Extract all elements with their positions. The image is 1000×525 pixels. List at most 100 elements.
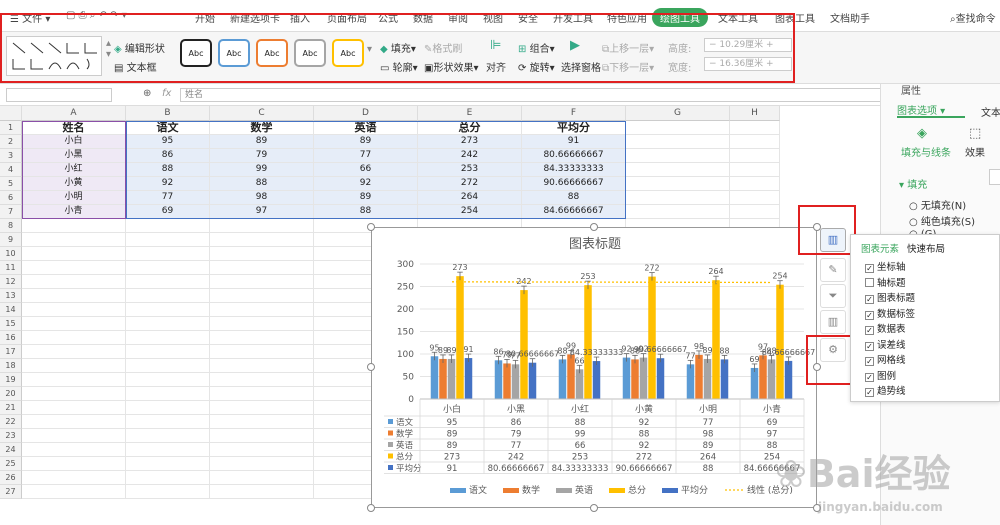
style-preset-3[interactable]: Abc	[256, 39, 288, 67]
bar[interactable]	[784, 360, 793, 399]
bar[interactable]	[439, 358, 447, 399]
data-cell[interactable]: 253	[418, 163, 522, 177]
row-header[interactable]: 2	[0, 135, 22, 149]
data-cell[interactable]: 90.66666667	[522, 177, 626, 191]
bar[interactable]	[447, 358, 456, 399]
row-header[interactable]: 5	[0, 177, 22, 191]
resize-handle[interactable]	[367, 223, 375, 231]
tab-chart-elements[interactable]: 图表元素	[861, 241, 899, 255]
header-cell[interactable]: 英语	[314, 121, 418, 135]
chart-elements-button[interactable]: ▥	[820, 228, 846, 252]
checkbox-icon[interactable]: ✓	[865, 341, 874, 351]
cell[interactable]	[210, 303, 314, 317]
resize-handle[interactable]	[813, 363, 821, 371]
header-cell[interactable]: 总分	[418, 121, 522, 135]
legend-label[interactable]: 英语	[575, 484, 593, 496]
row-header[interactable]: 23	[0, 429, 22, 443]
cell[interactable]	[126, 303, 210, 317]
cell[interactable]	[22, 457, 126, 471]
style-preset-2[interactable]: Abc	[218, 39, 250, 67]
cell[interactable]	[210, 457, 314, 471]
style-preset-4[interactable]: Abc	[294, 39, 326, 67]
row-header[interactable]: 4	[0, 163, 22, 177]
cell[interactable]	[126, 485, 210, 499]
data-cell[interactable]: 89	[314, 135, 418, 149]
data-cell[interactable]: 88	[522, 191, 626, 205]
cell[interactable]	[22, 247, 126, 261]
bar[interactable]	[464, 358, 473, 399]
tab-chart-options[interactable]: 图表选项 ▾	[897, 102, 965, 118]
bar[interactable]	[528, 362, 537, 399]
bar[interactable]	[695, 354, 703, 399]
cell[interactable]	[126, 233, 210, 247]
cell[interactable]	[22, 289, 126, 303]
bar[interactable]	[648, 276, 656, 399]
legend-label[interactable]: 语文	[469, 484, 487, 496]
cell[interactable]	[730, 121, 780, 135]
width-field[interactable]: − 16.36厘米 +	[704, 57, 792, 71]
tab-fill-line[interactable]: 填充与线条	[901, 144, 951, 159]
menu-tab[interactable]: 文本工具	[718, 10, 758, 25]
menu-tab[interactable]: 视图	[483, 10, 503, 25]
fill-section-toggle[interactable]: ▾ 填充	[899, 176, 927, 191]
data-cell[interactable]: 66	[314, 163, 418, 177]
tab-drawing-tools[interactable]: 绘图工具	[652, 8, 708, 27]
tab-quick-layout[interactable]: 快速布局	[907, 241, 945, 255]
name-box[interactable]	[6, 88, 112, 102]
cell[interactable]	[22, 261, 126, 275]
cell[interactable]	[210, 275, 314, 289]
column-header[interactable]: C	[210, 106, 314, 121]
data-cell[interactable]: 小红	[22, 163, 126, 177]
row-header[interactable]: 3	[0, 149, 22, 163]
data-cell[interactable]: 88	[126, 163, 210, 177]
style-preset-5[interactable]: Abc	[332, 39, 364, 67]
row-header[interactable]: 8	[0, 219, 22, 233]
checkbox-icon[interactable]: ✓	[865, 388, 874, 397]
header-cell[interactable]: 数学	[210, 121, 314, 135]
bar[interactable]	[622, 357, 631, 399]
fill-button[interactable]: ◆ 填充▾	[380, 40, 416, 55]
chart-element-option[interactable]: ✓ 数据标签	[865, 306, 915, 320]
row-header[interactable]: 9	[0, 233, 22, 247]
bar[interactable]	[703, 358, 712, 399]
menu-file[interactable]: ☰ 文件 ▾	[10, 10, 50, 25]
data-cell[interactable]: 99	[210, 163, 314, 177]
menu-tab[interactable]: 审阅	[448, 10, 468, 25]
cell[interactable]	[22, 331, 126, 345]
send-backward-button[interactable]: ⧉下移一层▾	[602, 59, 654, 74]
bar[interactable]	[456, 276, 464, 399]
bar[interactable]	[592, 361, 601, 399]
cell[interactable]	[126, 261, 210, 275]
resize-handle[interactable]	[590, 223, 598, 231]
row-header[interactable]: 26	[0, 471, 22, 485]
data-cell[interactable]: 77	[314, 149, 418, 163]
column-header[interactable]: A	[22, 106, 126, 121]
style-more[interactable]: ▾	[367, 44, 372, 55]
row-header[interactable]: 18	[0, 359, 22, 373]
formula-input[interactable]: 姓名	[180, 88, 890, 102]
header-cell[interactable]: 语文	[126, 121, 210, 135]
cell[interactable]	[22, 219, 126, 233]
menu-tab[interactable]: 插入	[290, 10, 310, 25]
cell[interactable]	[126, 345, 210, 359]
cell[interactable]	[126, 331, 210, 345]
data-cell[interactable]: 89	[314, 191, 418, 205]
tab-text-options[interactable]: 文本	[981, 104, 1000, 119]
cell[interactable]	[210, 401, 314, 415]
chart-object[interactable]: 图表标题 0 50 100 150 200 250 300 95 89 89 273 91 小白 86 79 7…	[371, 227, 817, 508]
gallery-scroll[interactable]: ▴ ▾	[106, 38, 111, 60]
cell[interactable]	[126, 415, 210, 429]
cell[interactable]	[22, 443, 126, 457]
data-cell[interactable]: 91	[522, 135, 626, 149]
menu-tab[interactable]: 公式	[378, 10, 398, 25]
cell[interactable]	[210, 471, 314, 485]
cell[interactable]	[210, 233, 314, 247]
data-cell[interactable]: 273	[418, 135, 522, 149]
row-header[interactable]: 24	[0, 443, 22, 457]
row-header[interactable]: 20	[0, 387, 22, 401]
format-painter-button[interactable]: ✎格式刷	[424, 40, 462, 55]
bar[interactable]	[430, 356, 439, 399]
cell[interactable]	[626, 149, 730, 163]
search-command[interactable]: ⌕查找命令	[950, 10, 996, 25]
shape-effects-button[interactable]: ▣形状效果▾	[424, 59, 478, 74]
